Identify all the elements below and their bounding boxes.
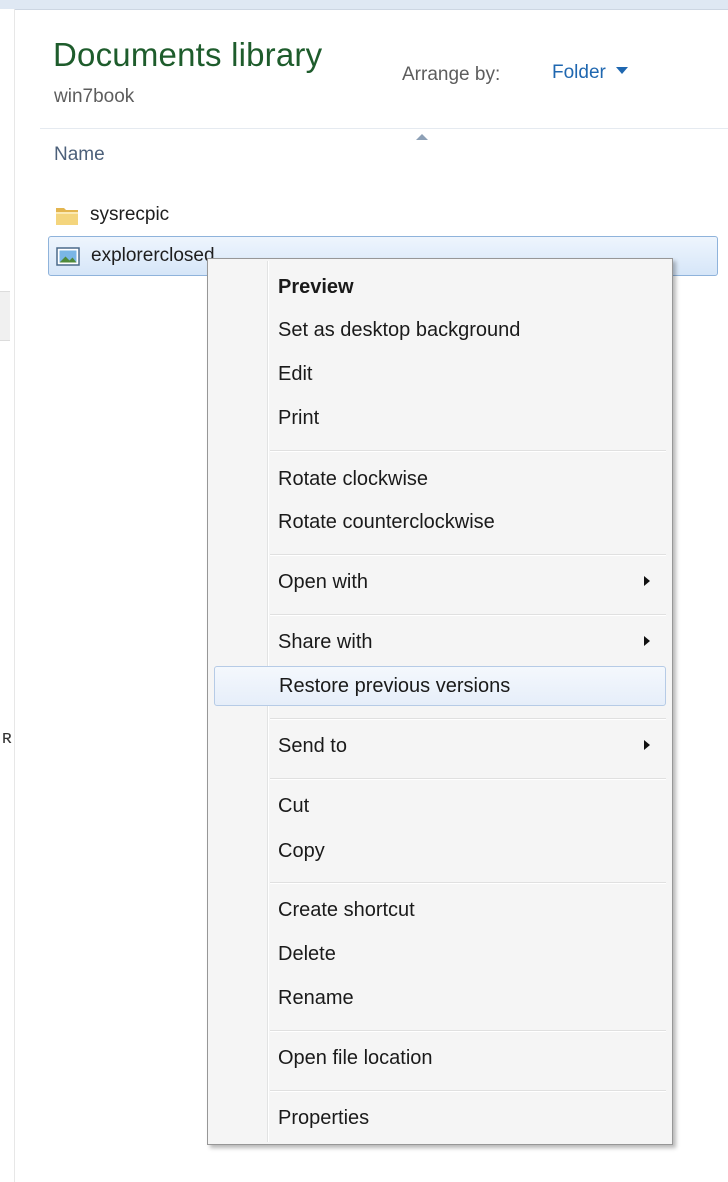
menu-item-copy[interactable]: Copy xyxy=(212,831,668,871)
menu-item-open-with[interactable]: Open with xyxy=(212,562,668,602)
image-file-icon xyxy=(55,243,81,269)
menu-separator xyxy=(270,1030,666,1032)
submenu-arrow-icon xyxy=(644,576,650,586)
menu-item-share-with[interactable]: Share with xyxy=(212,622,668,662)
menu-item-delete[interactable]: Delete xyxy=(212,934,668,974)
menu-item-create-shortcut[interactable]: Create shortcut xyxy=(212,890,668,930)
menu-separator xyxy=(270,718,666,720)
menu-separator xyxy=(270,1090,666,1092)
library-title: Documents library xyxy=(53,36,323,73)
menu-item-open-file-location[interactable]: Open file location xyxy=(212,1038,668,1078)
menu-item-restore-previous-versions[interactable]: Restore previous versions xyxy=(214,666,666,706)
submenu-arrow-icon xyxy=(644,740,650,750)
submenu-arrow-icon xyxy=(644,636,650,646)
menu-item-properties[interactable]: Properties xyxy=(212,1098,668,1138)
sort-ascending-icon xyxy=(416,134,428,140)
library-subtitle: win7book xyxy=(54,86,135,107)
arrange-by-dropdown[interactable]: Folder xyxy=(552,62,628,84)
folder-icon xyxy=(54,202,80,228)
menu-item-rotate-counterclockwise[interactable]: Rotate counterclockwise xyxy=(212,502,668,542)
menu-item-edit[interactable]: Edit xyxy=(212,354,668,394)
menu-separator xyxy=(270,554,666,556)
file-name: explorerclosed xyxy=(91,245,215,266)
window-top-strip xyxy=(0,0,728,10)
arrange-by-value: Folder xyxy=(552,62,606,83)
menu-item-send-to[interactable]: Send to xyxy=(212,726,668,766)
menu-item-label: Send to xyxy=(278,734,347,757)
file-row-folder[interactable]: sysrecpic xyxy=(48,196,448,234)
menu-separator xyxy=(270,450,666,452)
menu-item-label: Share with xyxy=(278,630,373,653)
menu-separator xyxy=(270,778,666,780)
pane-splitter[interactable] xyxy=(0,291,10,341)
menu-item-print[interactable]: Print xyxy=(212,398,668,438)
menu-item-rotate-clockwise[interactable]: Rotate clockwise xyxy=(212,459,668,499)
menu-item-rename[interactable]: Rename xyxy=(212,978,668,1018)
arrange-by-label: Arrange by: xyxy=(402,64,501,85)
caret-down-icon xyxy=(615,67,628,75)
column-header-name[interactable]: Name xyxy=(54,144,105,166)
navigation-pane-edge: ʀ xyxy=(0,9,15,1182)
context-menu: Preview Set as desktop background Edit P… xyxy=(207,258,673,1145)
menu-item-label: Open with xyxy=(278,570,369,593)
menu-item-preview[interactable]: Preview xyxy=(212,267,668,307)
file-name: sysrecpic xyxy=(90,204,170,225)
partial-glyph: ʀ xyxy=(2,727,12,747)
menu-item-cut[interactable]: Cut xyxy=(212,786,668,826)
menu-separator xyxy=(270,882,666,884)
menu-separator xyxy=(270,614,666,616)
column-header-divider xyxy=(40,128,728,129)
menu-item-set-desktop-background[interactable]: Set as desktop background xyxy=(212,310,668,350)
